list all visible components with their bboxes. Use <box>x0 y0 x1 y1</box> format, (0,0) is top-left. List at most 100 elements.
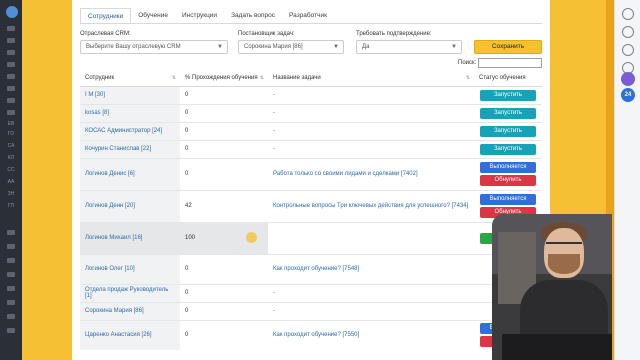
webcam-overlay <box>492 214 612 360</box>
column-header-task[interactable]: Название задачи ⇅ <box>268 70 474 87</box>
status-cell: Запустить <box>474 103 542 122</box>
chevron-down-icon: ▼ <box>333 44 339 50</box>
column-header-status[interactable]: Статус обучения <box>474 70 542 87</box>
running-button[interactable]: Выполняется <box>480 162 536 173</box>
marketplace-icon[interactable] <box>7 244 15 249</box>
task-cell: - <box>268 139 474 158</box>
percent-cell: 0 <box>180 283 268 302</box>
task-cell: - <box>268 121 474 140</box>
presenter-beard <box>548 254 580 274</box>
drive-icon[interactable] <box>7 74 15 79</box>
crm-select-value: Выберите Вашу отраслевую CRM <box>86 44 181 50</box>
employees-icon[interactable] <box>7 258 15 263</box>
running-button[interactable]: Выполняется <box>480 194 536 205</box>
settings-icon[interactable] <box>7 300 15 305</box>
tab-ask-question[interactable]: Задать вопрос <box>224 8 282 24</box>
confirm-select[interactable]: Да ▼ <box>356 40 462 54</box>
task-cell: - <box>268 301 474 320</box>
employee-link[interactable]: Сорокина Мария [86] <box>80 301 180 320</box>
main-panel: Сотрудники Обучение Инструкции Задать во… <box>72 0 550 360</box>
user-avatar[interactable] <box>621 72 635 86</box>
employee-link[interactable]: Царенко Анастасия [26] <box>80 319 180 350</box>
search-input[interactable] <box>478 58 542 68</box>
employee-link[interactable]: I M [30] <box>80 85 180 104</box>
status-cell: Выполняется Обнулить <box>474 157 542 190</box>
tab-instructions[interactable]: Инструкции <box>175 8 224 24</box>
start-button[interactable]: Запустить <box>480 125 536 137</box>
help-icon[interactable] <box>7 314 15 319</box>
sites-icon[interactable] <box>7 230 15 235</box>
table-row: Сорокина Мария [86] 0 - <box>80 301 542 320</box>
employee-link[interactable]: Кочурин Станислав [22] <box>80 139 180 158</box>
task-link[interactable]: Работа только со своими лидами и сделкам… <box>268 157 474 190</box>
percent-cell: 0 <box>180 139 268 158</box>
column-header-percent[interactable]: % Прохождения обучения ⇅ <box>180 70 268 87</box>
sidebar-label-7[interactable]: ЗН <box>5 191 17 197</box>
start-button[interactable]: Запустить <box>480 107 536 119</box>
table-row: КОСАС Администратор [24] 0 - Запустить <box>80 121 542 140</box>
employee-link[interactable]: Логинов Михаил [16] <box>80 221 180 254</box>
portal-logo-icon[interactable] <box>6 6 18 18</box>
table-row: Логинов Денис [6] 0 Работа только со сво… <box>80 157 542 190</box>
chat-icon[interactable] <box>7 38 15 43</box>
start-button[interactable]: Запустить <box>480 89 536 101</box>
chevron-down-icon: ▼ <box>451 44 457 50</box>
table-row: Отдела продаж Руководитель [1] 0 - <box>80 283 542 302</box>
status-cell: Запустить <box>474 139 542 158</box>
status-cell: Запустить <box>474 121 542 140</box>
tab-employees[interactable]: Сотрудники <box>80 8 132 24</box>
notifications-icon[interactable] <box>622 26 634 38</box>
tabs-divider <box>80 23 542 24</box>
percent-cell: 0 <box>180 301 268 320</box>
column-header-employee[interactable]: Сотрудник ⇅ <box>80 70 180 87</box>
sidebar-label-4[interactable]: КЛ <box>5 155 17 161</box>
menu-icon[interactable] <box>7 26 15 31</box>
sidebar-label-8[interactable]: ГП <box>5 203 17 209</box>
crm-icon[interactable] <box>7 98 15 103</box>
settings-icon[interactable] <box>622 44 634 56</box>
sidebar-label-5[interactable]: СС <box>5 167 17 173</box>
tab-developer[interactable]: Разработчик <box>282 8 334 24</box>
presenter-glasses <box>546 242 582 248</box>
sidebar-label-2[interactable]: ГО <box>5 131 17 137</box>
more-icon[interactable] <box>7 328 15 333</box>
task-link[interactable]: Контрольные вопросы Три ключевых действи… <box>268 189 474 222</box>
employee-link[interactable]: Логинов Денис [6] <box>80 157 180 190</box>
save-button[interactable]: Сохранить <box>474 40 542 54</box>
employee-link[interactable]: Логинов Денн [20] <box>80 189 180 222</box>
setter-select[interactable]: Сорокина Мария [86] ▼ <box>238 40 344 54</box>
table-header-row: Сотрудник ⇅ % Прохождения обучения ⇅ Назва… <box>80 70 542 87</box>
analytics-icon[interactable] <box>7 272 15 277</box>
confirm-select-value: Да <box>362 44 370 50</box>
mail-icon[interactable] <box>7 86 15 91</box>
groups-icon[interactable] <box>7 110 15 115</box>
employee-link[interactable]: Отдела продаж Руководитель [1] <box>80 283 180 302</box>
mouse-cursor-highlight <box>246 232 257 243</box>
sidebar-label-3[interactable]: СА <box>5 143 17 149</box>
tasks-icon[interactable] <box>7 50 15 55</box>
automation-icon[interactable] <box>7 286 15 291</box>
reset-button[interactable]: Обнулить <box>480 175 536 186</box>
percent-cell: 0 <box>180 103 268 122</box>
tab-training[interactable]: Обучение <box>131 8 175 24</box>
task-link[interactable]: Как проходит обучение? [7550] <box>268 319 474 350</box>
employee-link[interactable]: Логинов Олег [10] <box>80 253 180 284</box>
percent-cell: 0 <box>180 319 268 350</box>
start-button[interactable]: Запустить <box>480 143 536 155</box>
employee-link[interactable]: kosas [8] <box>80 103 180 122</box>
search-icon[interactable] <box>622 8 634 20</box>
search-label: Поиск: <box>458 60 477 66</box>
setter-select-value: Сорокина Мария [86] <box>244 44 303 50</box>
calendar-icon[interactable] <box>7 62 15 67</box>
percent-cell: 42 <box>180 189 268 222</box>
task-cell: - <box>268 103 474 122</box>
employee-link[interactable]: КОСАС Администратор [24] <box>80 121 180 140</box>
sidebar-label-1[interactable]: ЕВ <box>5 121 17 127</box>
crm-select[interactable]: Выберите Вашу отраслевую CRM ▼ <box>80 40 228 54</box>
employees-table: Сотрудник ⇅ % Прохождения обучения ⇅ Назва… <box>80 70 542 350</box>
task-link[interactable]: Как проходит обучение? [7548] <box>268 253 474 284</box>
sidebar-label-6[interactable]: АА <box>5 179 17 185</box>
task-cell: - <box>268 85 474 104</box>
counter-badge[interactable]: 24 <box>621 88 635 102</box>
table-row: Логинов Денн [20] 42 Контрольные вопросы… <box>80 189 542 222</box>
